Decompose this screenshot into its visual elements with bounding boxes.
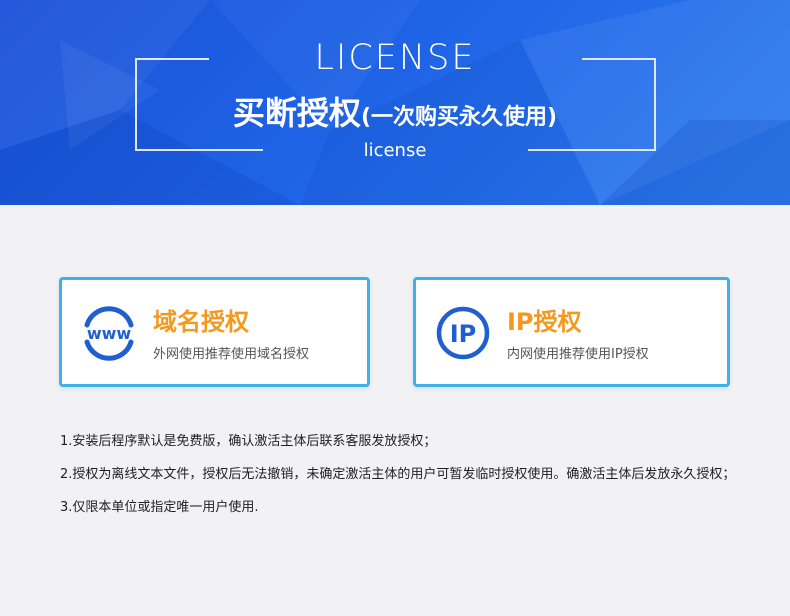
www-globe-icon: www: [84, 306, 134, 361]
hero-title-sub: (一次购买永久使用): [360, 105, 558, 130]
ip-icon-text: IP: [450, 320, 477, 348]
domain-license-card[interactable]: www 域名授权 外网使用推荐使用域名授权: [59, 277, 370, 387]
hero-subtitle: license: [363, 140, 427, 161]
domain-license-desc: 外网使用推荐使用域名授权: [153, 347, 310, 362]
hero-title-en: LICENSE: [314, 38, 476, 78]
hero-title-main: 买断授权: [232, 94, 361, 132]
note-item-3: 3.仅限本单位或指定唯一用户使用.: [60, 500, 259, 515]
note-item-1: 1.安装后程序默认是免费版，确认激活主体后联系客服发放授权；: [60, 434, 437, 449]
ip-license-card[interactable]: IP IP授权 内网使用推荐使用IP授权: [413, 277, 730, 387]
license-notes: 1.安装后程序默认是免费版，确认激活主体后联系客服发放授权； 2.授权为离线文本…: [60, 433, 740, 532]
hero-title: 买断授权(一次购买永久使用): [0, 88, 790, 134]
ip-circle-icon: IP: [436, 306, 490, 360]
note-item-2: 2.授权为离线文本文件，授权后无法撤销，未确定激活主体的用户可暂发临时授权使用。…: [60, 467, 736, 482]
ip-license-title: IP授权: [507, 308, 582, 336]
ip-license-desc: 内网使用推荐使用IP授权: [507, 347, 649, 362]
www-icon-text: www: [87, 324, 132, 343]
domain-license-title: 域名授权: [153, 308, 249, 336]
hero-banner: LICENSE 买断授权(一次购买永久使用) license: [0, 0, 790, 205]
